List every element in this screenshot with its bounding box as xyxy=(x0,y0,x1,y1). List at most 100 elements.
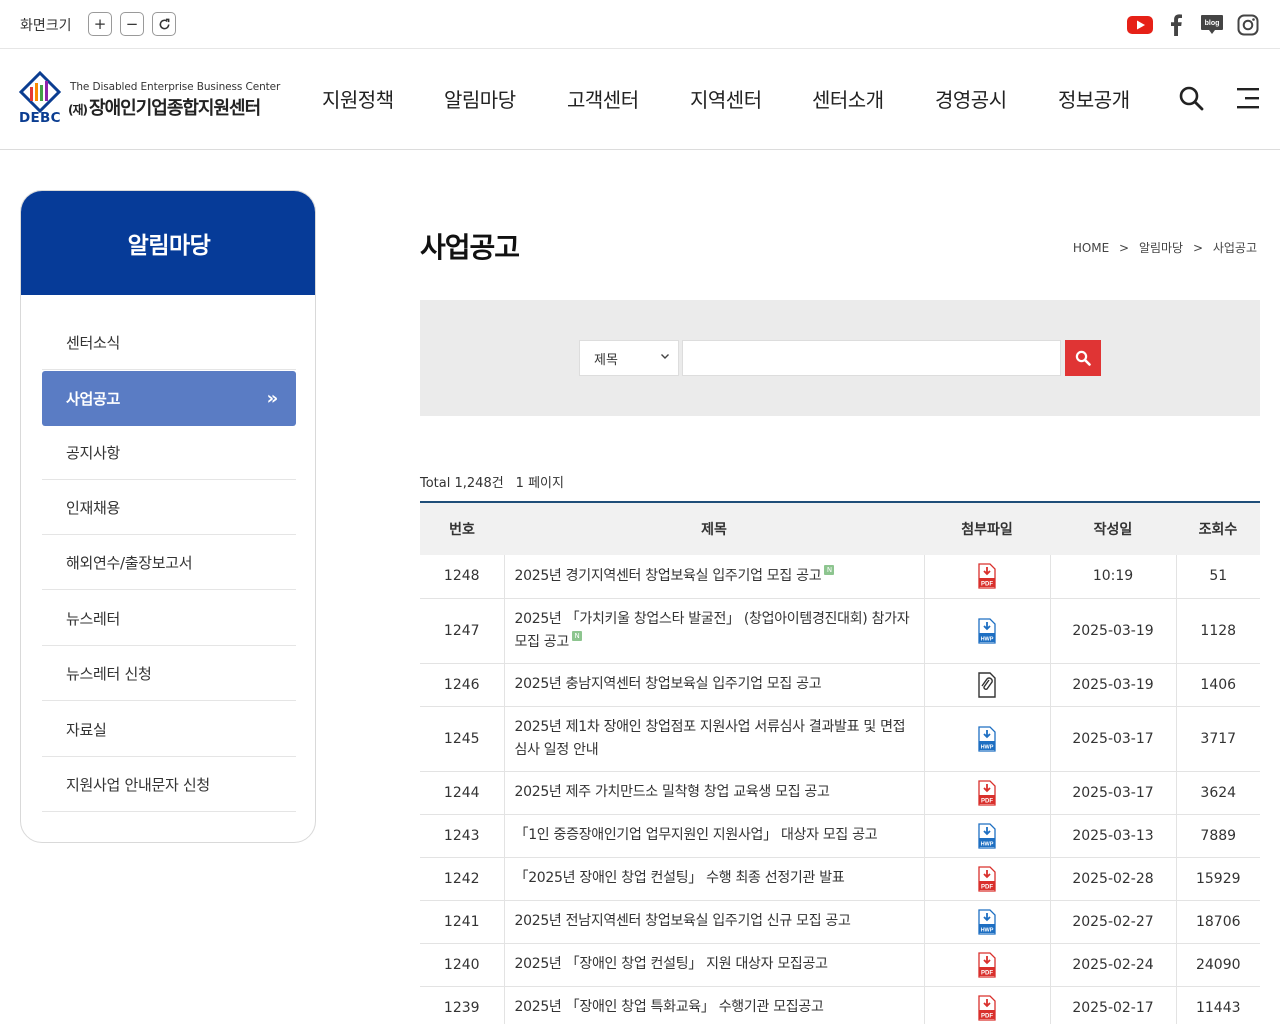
search-field-value: 제목 xyxy=(594,352,618,368)
row-attachment[interactable]: HWP xyxy=(923,814,1050,858)
hwp-file-icon: HWP xyxy=(978,617,996,644)
search-input[interactable] xyxy=(682,340,1061,376)
row-title-link[interactable]: 「1인 중증장애인기업 업무지원인 지원사업」 대상자 모집 공고 xyxy=(503,814,924,858)
row-title-link[interactable]: 2025년 제주 가치만드소 밀착형 창업 교육생 모집 공고 xyxy=(503,771,924,815)
svg-text:PDF: PDF xyxy=(981,1013,993,1019)
row-attachment[interactable]: PDF xyxy=(923,986,1050,1024)
sidebar-item-label: 지원사업 안내문자 신청 xyxy=(66,775,210,794)
instagram-link[interactable] xyxy=(1235,12,1261,38)
row-attachment[interactable]: PDF xyxy=(923,771,1050,815)
table-row[interactable]: 1247 2025년 「가치키울 창업스타 발굴전」 (창업아이템경진대회) 참가… xyxy=(420,598,1260,664)
site-logo[interactable]: The Disabled Enterprise Business Center … xyxy=(18,69,288,129)
row-attachment[interactable]: HWP xyxy=(923,598,1050,664)
row-attachment[interactable] xyxy=(923,663,1050,707)
row-number: 1240 xyxy=(420,943,504,987)
search-submit-button[interactable] xyxy=(1065,340,1101,376)
youtube-link[interactable] xyxy=(1127,12,1153,38)
row-title: 「2025년 장애인 창업 컨설팅」 수행 최종 선정기관 발표 xyxy=(514,870,845,886)
nav-regional-center[interactable]: 지역센터 xyxy=(690,84,762,113)
search-button[interactable] xyxy=(1178,85,1204,111)
row-date: 2025-03-17 xyxy=(1049,706,1176,772)
sidebar-item-label: 자료실 xyxy=(66,720,107,739)
result-summary: Total 1,248건 1 페이지 xyxy=(420,472,576,491)
total-count: Total 1,248건 xyxy=(420,476,504,491)
sidebar-item-overseas-reports[interactable]: 해외연수/출장보고서 xyxy=(42,535,296,590)
row-views: 24090 xyxy=(1175,943,1260,987)
table-row[interactable]: 1242 「2025년 장애인 창업 컨설팅」 수행 최종 선정기관 발표 PDF 2… xyxy=(420,857,1260,901)
row-date: 2025-02-24 xyxy=(1049,943,1176,987)
sidebar-item-newsletter-subscribe[interactable]: 뉴스레터 신청 xyxy=(42,646,296,701)
row-date: 2025-03-17 xyxy=(1049,771,1176,815)
row-attachment[interactable]: PDF xyxy=(923,555,1050,599)
table-row[interactable]: 1243 「1인 중증장애인기업 업무지원인 지원사업」 대상자 모집 공고 HWP… xyxy=(420,814,1260,858)
row-attachment[interactable]: HWP xyxy=(923,900,1050,944)
row-title-link[interactable]: 2025년 「가치키울 창업스타 발굴전」 (창업아이템경진대회) 참가자 모집… xyxy=(503,598,924,664)
svg-text:HWP: HWP xyxy=(981,841,994,847)
row-title: 2025년 충남지역센터 창업보육실 입주기업 모집 공고 xyxy=(514,676,822,692)
breadcrumb-separator: > xyxy=(1192,241,1203,255)
utility-bar: 화면크기 + − blog xyxy=(0,0,1280,49)
sidebar-title: 알림마당 xyxy=(21,191,315,295)
row-title-link[interactable]: 「2025년 장애인 창업 컨설팅」 수행 최종 선정기관 발표 xyxy=(503,857,924,901)
nav-customer-center[interactable]: 고객센터 xyxy=(567,84,639,113)
row-title: 2025년 전남지역센터 창업보육실 입주기업 신규 모집 공고 xyxy=(514,913,851,929)
row-attachment[interactable]: PDF xyxy=(923,857,1050,901)
nav-management-disclosure[interactable]: 경영공시 xyxy=(935,84,1007,113)
row-views: 11443 xyxy=(1175,986,1260,1024)
facebook-link[interactable] xyxy=(1163,12,1189,38)
nav-center-intro[interactable]: 센터소개 xyxy=(812,84,884,113)
zoom-reset-button[interactable] xyxy=(152,12,176,36)
pdf-file-icon: PDF xyxy=(978,865,996,892)
header-views: 조회수 xyxy=(1176,502,1260,555)
sidebar-item-announcements[interactable]: 공지사항 xyxy=(42,425,296,480)
site-header: The Disabled Enterprise Business Center … xyxy=(0,49,1280,150)
row-title-link[interactable]: 2025년 「장애인 창업 특화교육」 수행기관 모집공고 xyxy=(503,986,924,1024)
sidebar-item-newsletter[interactable]: 뉴스레터 xyxy=(42,591,296,646)
row-date: 2025-02-17 xyxy=(1049,986,1176,1024)
sidebar-item-sms-subscribe[interactable]: 지원사업 안내문자 신청 xyxy=(42,757,296,812)
paperclip-file-icon xyxy=(978,671,996,698)
sidebar-item-label: 뉴스레터 xyxy=(66,609,121,628)
zoom-in-button[interactable]: + xyxy=(88,12,112,36)
row-title-link[interactable]: 2025년 전남지역센터 창업보육실 입주기업 신규 모집 공고 xyxy=(503,900,924,944)
header-attachment: 첨부파일 xyxy=(924,502,1050,555)
table-row[interactable]: 1248 2025년 경기지역센터 창업보육실 입주기업 모집 공고 N PDF 10:… xyxy=(420,555,1260,599)
sidebar-item-recruitment[interactable]: 인재채용 xyxy=(42,480,296,535)
table-row[interactable]: 1246 2025년 충남지역센터 창업보육실 입주기업 모집 공고 2025-03… xyxy=(420,663,1260,707)
breadcrumb-home[interactable]: HOME xyxy=(1073,241,1109,255)
new-badge: N xyxy=(571,630,582,641)
sidebar-item-business-notice[interactable]: 사업공고 » xyxy=(42,371,296,426)
blog-link[interactable]: blog xyxy=(1199,12,1225,38)
row-title: 2025년 제주 가치만드소 밀착형 창업 교육생 모집 공고 xyxy=(514,784,830,800)
row-title-link[interactable]: 2025년 경기지역센터 창업보육실 입주기업 모집 공고 N xyxy=(503,555,924,599)
row-attachment[interactable]: HWP xyxy=(923,706,1050,772)
table-row[interactable]: 1245 2025년 제1차 장애인 창업점포 지원사업 서류심사 결과발표 및 … xyxy=(420,706,1260,772)
zoom-out-button[interactable]: − xyxy=(120,12,144,36)
page-title: 사업공고 xyxy=(420,231,520,264)
row-date: 2025-03-13 xyxy=(1049,814,1176,858)
table-row[interactable]: 1240 2025년 「장애인 창업 컨설팅」 지원 대상자 모집공고 PDF 202… xyxy=(420,943,1260,987)
row-number: 1242 xyxy=(420,857,504,901)
row-title-link[interactable]: 2025년 「장애인 창업 컨설팅」 지원 대상자 모집공고 xyxy=(503,943,924,987)
row-views: 18706 xyxy=(1175,900,1260,944)
row-title-link[interactable]: 2025년 제1차 장애인 창업점포 지원사업 서류심사 결과발표 및 면접심사… xyxy=(503,706,924,772)
breadcrumb-separator: > xyxy=(1119,241,1130,255)
table-row[interactable]: 1244 2025년 제주 가치만드소 밀착형 창업 교육생 모집 공고 PDF 20… xyxy=(420,771,1260,815)
table-row[interactable]: 1239 2025년 「장애인 창업 특화교육」 수행기관 모집공고 PDF 2025… xyxy=(420,986,1260,1024)
table-row[interactable]: 1241 2025년 전남지역센터 창업보육실 입주기업 신규 모집 공고 HWP 2… xyxy=(420,900,1260,944)
row-title-link[interactable]: 2025년 충남지역센터 창업보육실 입주기업 모집 공고 xyxy=(503,663,924,707)
row-date: 2025-02-28 xyxy=(1049,857,1176,901)
nav-notice-board[interactable]: 알림마당 xyxy=(444,84,516,113)
table-header-row: 번호 제목 첨부파일 작성일 조회수 xyxy=(420,502,1260,555)
nav-support-policy[interactable]: 지원정책 xyxy=(322,84,394,113)
breadcrumb-notice-board[interactable]: 알림마당 xyxy=(1139,241,1183,255)
row-attachment[interactable]: PDF xyxy=(923,943,1050,987)
sidebar-item-archive[interactable]: 자료실 xyxy=(42,702,296,757)
sidebar-item-label: 사업공고 xyxy=(66,390,121,408)
notice-table: 번호 제목 첨부파일 작성일 조회수 1248 2025년 경기지역센터 창업보육… xyxy=(420,501,1260,1024)
menu-button[interactable] xyxy=(1237,85,1263,111)
sidebar-item-center-news[interactable]: 센터소식 xyxy=(42,315,296,370)
nav-info-disclosure[interactable]: 정보공개 xyxy=(1058,84,1130,113)
search-field-select[interactable]: 제목 xyxy=(579,340,679,376)
row-number: 1239 xyxy=(420,986,504,1024)
